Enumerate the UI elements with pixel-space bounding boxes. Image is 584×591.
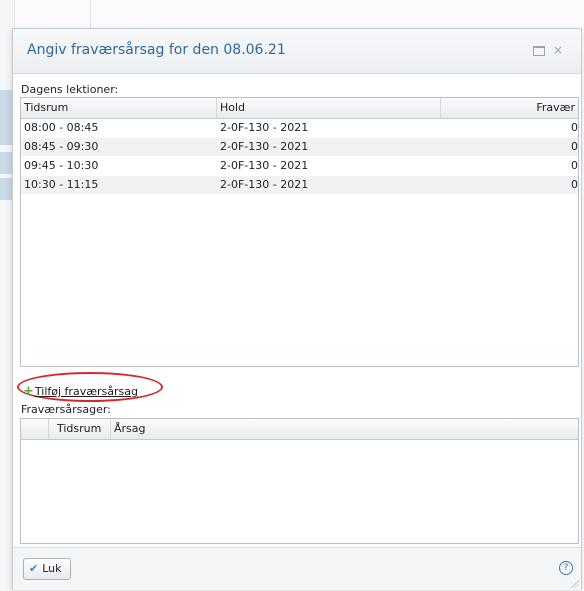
lessons-grid-header: Tidsrum Hold Fravær (21, 98, 578, 119)
lessons-grid-body: 08:00 - 08:45 2-0F-130 - 2021 0 08:45 - 09:… (21, 119, 578, 195)
cell-fravaer: 0 (571, 159, 578, 172)
dialog-titlebar[interactable]: Angiv fraværsårsag for den 08.06.21 × (13, 29, 581, 74)
cell-tidsrum: 08:45 - 09:30 (24, 140, 99, 153)
reasons-section-label: Fraværsårsager: (21, 403, 111, 416)
cell-fravaer: 0 (571, 178, 578, 191)
cell-tidsrum: 10:30 - 11:15 (24, 178, 99, 191)
lessons-section-label: Dagens lektioner: (21, 83, 119, 96)
maximize-icon[interactable] (533, 43, 546, 57)
background-tab[interactable] (0, 90, 12, 145)
add-absence-reason-label: Tilføj fraværsårsag (34, 385, 138, 398)
table-row[interactable]: 08:00 - 08:45 2-0F-130 - 2021 0 (21, 119, 578, 138)
column-header-aarsag[interactable]: Årsag (111, 419, 578, 439)
cell-fravaer: 0 (571, 121, 578, 134)
background-tab[interactable] (0, 178, 12, 200)
window-controls: × (533, 43, 567, 57)
cell-hold: 2-0F-130 - 2021 (220, 121, 309, 134)
close-button-label: Luk (42, 562, 62, 575)
cell-hold: 2-0F-130 - 2021 (220, 140, 309, 153)
table-row[interactable]: 09:45 - 10:30 2-0F-130 - 2021 0 (21, 157, 578, 176)
column-header-tidsrum[interactable]: Tidsrum (49, 419, 111, 439)
table-row[interactable]: 10:30 - 11:15 2-0F-130 - 2021 0 (21, 176, 578, 195)
column-header-tidsrum[interactable]: Tidsrum (21, 98, 217, 118)
reasons-grid: Tidsrum Årsag (20, 418, 579, 544)
absence-reason-dialog: Angiv fraværsårsag for den 08.06.21 × Da… (12, 28, 582, 590)
cell-fravaer: 0 (571, 140, 578, 153)
dialog-footer: ✔ Luk ? (13, 547, 581, 590)
check-icon: ✔ (29, 562, 39, 575)
background-divider (90, 0, 91, 30)
column-header-fravaer[interactable]: Fravær (441, 98, 578, 118)
plus-icon: + (23, 384, 34, 399)
cell-tidsrum: 08:00 - 08:45 (24, 121, 99, 134)
resize-grip-icon[interactable] (571, 580, 579, 588)
cell-hold: 2-0F-130 - 2021 (220, 178, 309, 191)
lessons-grid: Tidsrum Hold Fravær 08:00 - 08:45 2-0F-13… (20, 97, 579, 367)
add-absence-reason-link[interactable]: +Tilføj fraværsårsag (23, 384, 138, 399)
cell-tidsrum: 09:45 - 10:30 (24, 159, 99, 172)
close-icon[interactable]: × (553, 43, 567, 57)
table-row[interactable]: 08:45 - 09:30 2-0F-130 - 2021 0 (21, 138, 578, 157)
background-top-strip (0, 0, 584, 28)
close-button[interactable]: ✔ Luk (23, 558, 71, 580)
reasons-grid-header: Tidsrum Årsag (21, 419, 578, 440)
help-icon[interactable]: ? (559, 561, 573, 575)
background-tab[interactable] (0, 152, 12, 174)
column-header-select[interactable] (21, 419, 49, 439)
dialog-title: Angiv fraværsårsag for den 08.06.21 (27, 42, 286, 58)
column-header-hold[interactable]: Hold (217, 98, 441, 118)
cell-hold: 2-0F-130 - 2021 (220, 159, 309, 172)
